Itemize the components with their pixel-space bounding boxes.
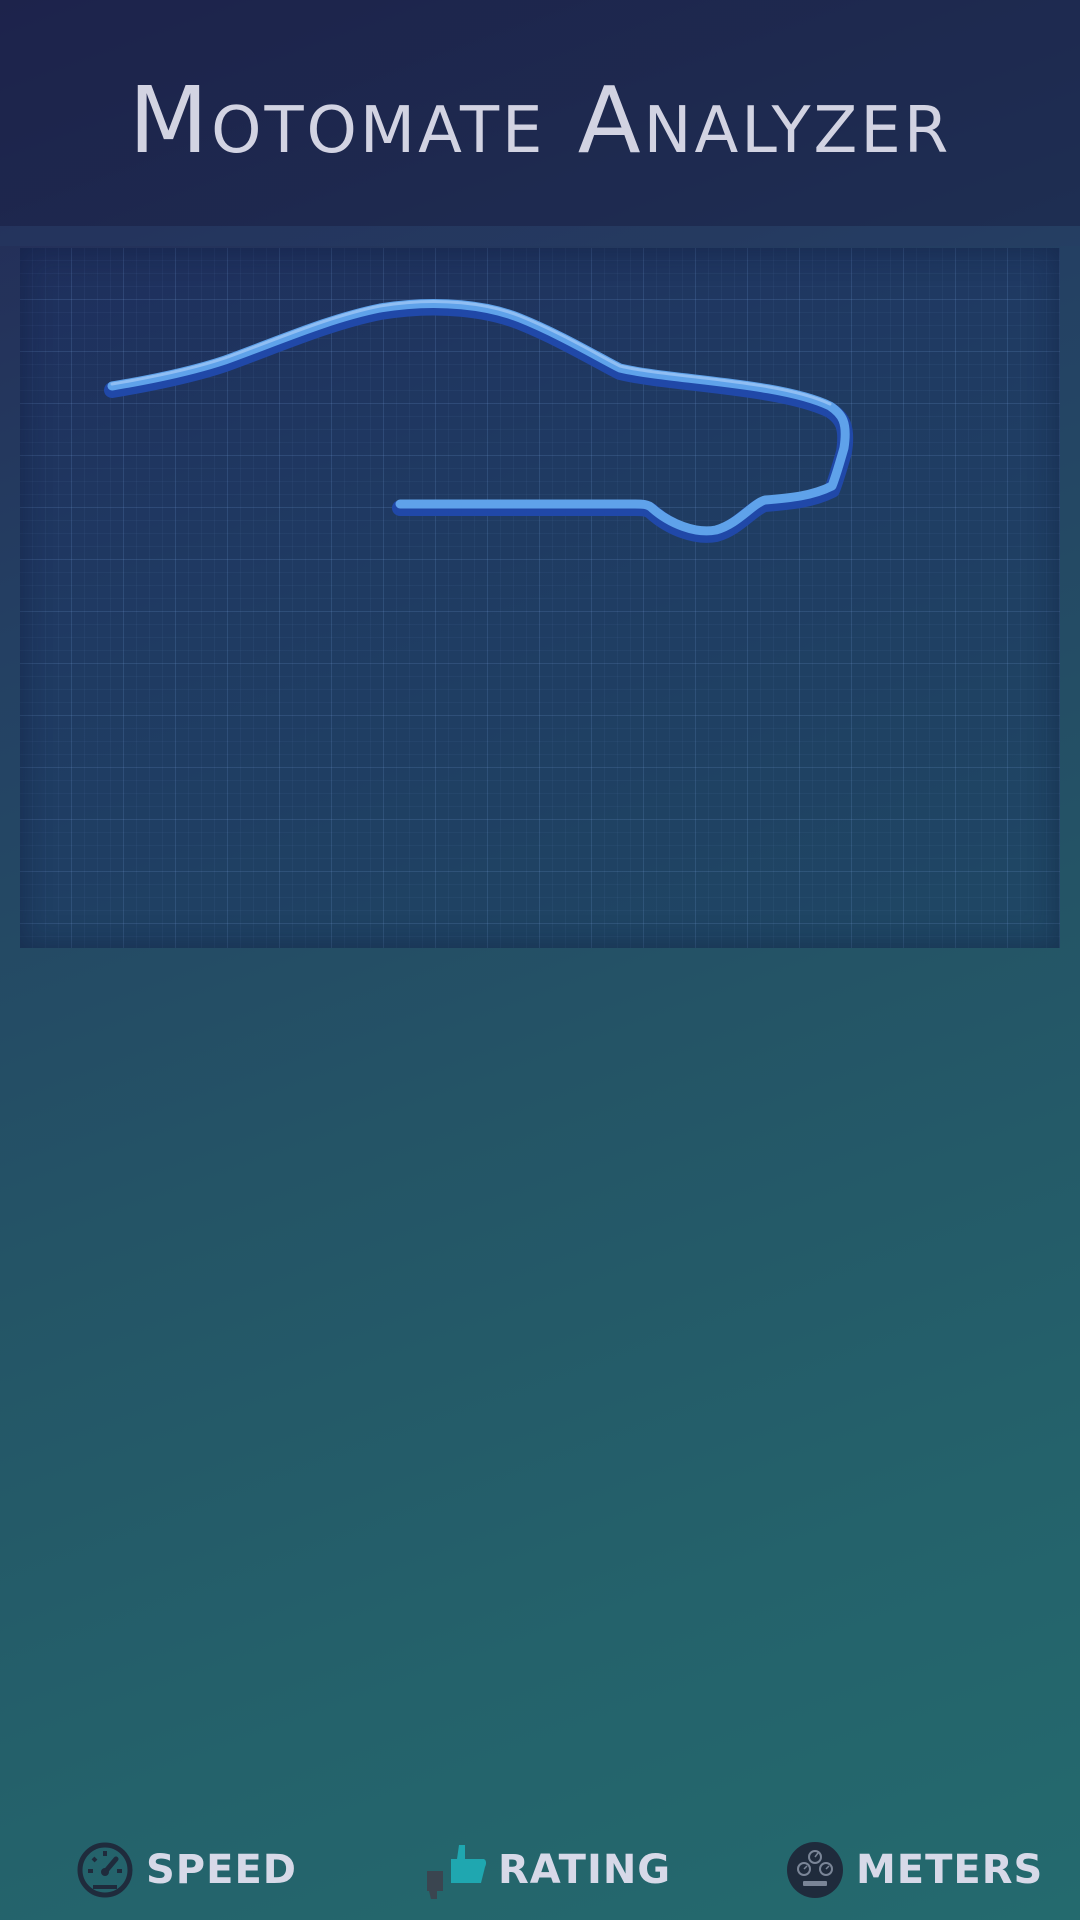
app-title: Motomate Analyzer: [128, 66, 952, 174]
nav-rating-button[interactable]: RATING: [418, 1838, 671, 1902]
gauges-icon: [787, 1842, 843, 1898]
nav-meters-button[interactable]: METERS: [786, 1838, 1043, 1902]
car-silhouette-icon: [104, 298, 854, 543]
nav-speed-button[interactable]: SPEED: [76, 1838, 297, 1902]
nav-rating-label: RATING: [498, 1847, 672, 1893]
blueprint-canvas: [20, 248, 1060, 948]
speedometer-icon: [77, 1842, 133, 1898]
bottom-navigation: SPEED RATING METERS: [0, 1820, 1080, 1920]
header-divider: [0, 226, 1080, 246]
thumbs-rating-icon: [427, 1845, 486, 1899]
app-header: Motomate Analyzer: [0, 0, 1080, 226]
nav-speed-label: SPEED: [146, 1847, 297, 1893]
nav-meters-label: METERS: [856, 1847, 1044, 1893]
